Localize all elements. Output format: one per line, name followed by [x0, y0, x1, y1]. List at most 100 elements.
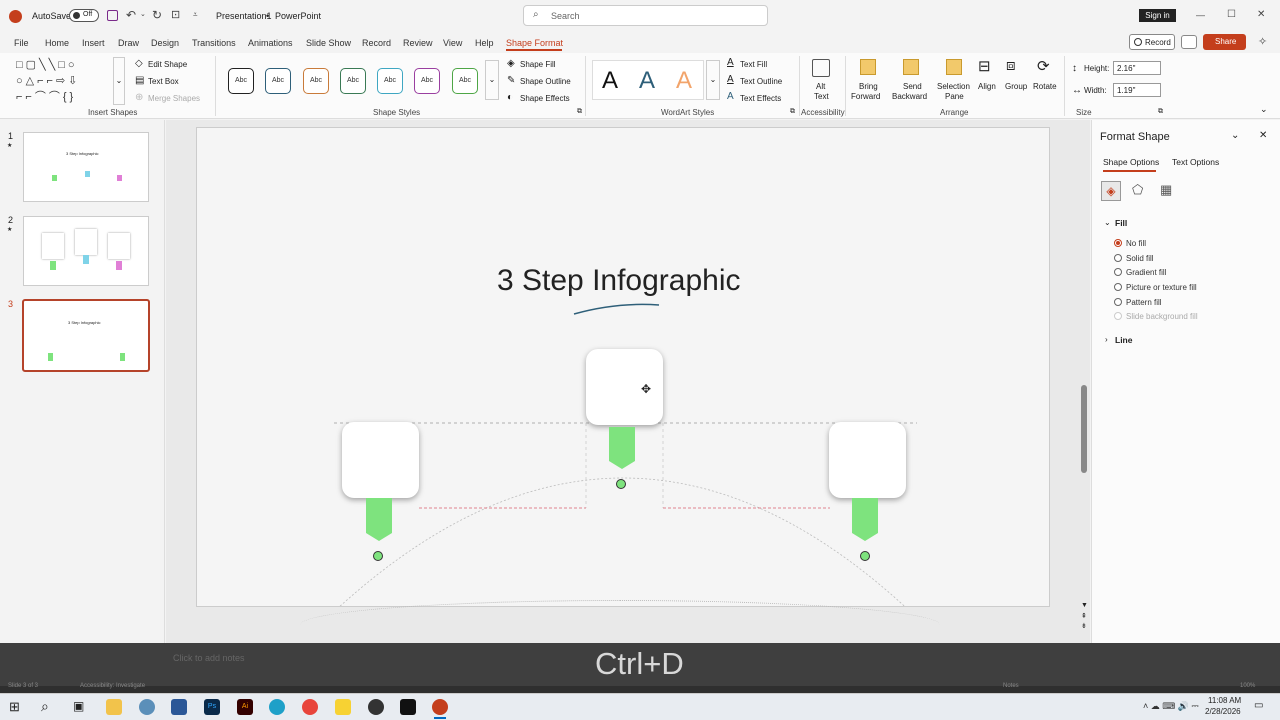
bring-forward-label-1[interactable]: Bring: [859, 82, 878, 91]
close-icon[interactable]: ✕: [1257, 9, 1265, 20]
line-section-label[interactable]: Line: [1115, 335, 1132, 345]
tray-icons[interactable]: ˄ ☁ ⌨ 🔊 ⎓: [1143, 701, 1199, 712]
shapes-gallery[interactable]: □▢╲╲□○ ○△⌐⌐⇨⇩ ⌐⌐⌒⌒{}: [16, 57, 111, 105]
slide-thumbnail-3[interactable]: 3 Step Infographic: [22, 299, 150, 372]
tab-view[interactable]: View: [443, 38, 462, 48]
text-fill-button[interactable]: Text Fill: [740, 60, 767, 69]
undo-dropdown-icon[interactable]: ⌄: [140, 10, 146, 18]
shape-fill-icon[interactable]: ◈: [507, 58, 515, 69]
picture-fill-radio[interactable]: [1114, 283, 1122, 291]
wordart-style-teal[interactable]: A: [639, 67, 655, 95]
tab-help[interactable]: Help: [475, 38, 494, 48]
shape-styles-more-icon[interactable]: ⌄: [485, 60, 499, 100]
shape-effects-icon[interactable]: ◐: [507, 92, 513, 103]
fill-section-label[interactable]: Fill: [1115, 218, 1127, 228]
tab-file[interactable]: File: [14, 38, 29, 48]
maximize-icon[interactable]: ☐: [1227, 9, 1236, 20]
minimize-icon[interactable]: —: [1196, 10, 1205, 20]
text-outline-button[interactable]: Text Outline: [740, 77, 782, 86]
bring-forward-icon[interactable]: [860, 59, 876, 75]
text-effects-icon[interactable]: A: [727, 91, 734, 102]
sign-in-button[interactable]: Sign in: [1139, 9, 1176, 22]
notes-button[interactable]: Notes: [1003, 683, 1019, 689]
align-label[interactable]: Align: [978, 82, 996, 91]
windows-start-icon[interactable]: ⊞: [9, 699, 20, 715]
illustrator-icon[interactable]: Ai: [237, 699, 253, 715]
redo-icon[interactable]: ↻: [152, 8, 162, 22]
customize-qat-icon[interactable]: ⩡: [193, 10, 198, 20]
scroll-down-icon[interactable]: ▼: [1081, 602, 1088, 609]
bring-forward-label-2[interactable]: Forward: [851, 92, 880, 101]
shapes-gallery-more-icon[interactable]: ⌄: [113, 57, 125, 105]
no-fill-radio[interactable]: [1114, 239, 1122, 247]
capcut-icon[interactable]: [400, 699, 416, 715]
notes-placeholder[interactable]: Click to add notes: [173, 653, 245, 663]
edit-shape-button[interactable]: Edit Shape: [148, 60, 187, 69]
tab-shape-options[interactable]: Shape Options: [1103, 157, 1159, 167]
tab-draw[interactable]: Draw: [118, 38, 139, 48]
dialog-launcher-icon[interactable]: ⧉: [1158, 108, 1163, 116]
prev-slide-icon[interactable]: ⇞: [1081, 612, 1087, 620]
shape-style-swatch[interactable]: Abc: [414, 68, 440, 94]
tab-design[interactable]: Design: [151, 38, 179, 48]
vertical-scrollbar[interactable]: [1081, 385, 1087, 473]
tab-review[interactable]: Review: [403, 38, 433, 48]
shape-outline-icon[interactable]: ✎: [507, 75, 515, 86]
pane-options-icon[interactable]: ⌄: [1231, 130, 1239, 141]
text-fill-icon[interactable]: A: [727, 57, 734, 68]
taskbar-search-icon[interactable]: ⌕: [41, 698, 49, 715]
send-backward-label-2[interactable]: Backward: [892, 92, 927, 101]
tab-record[interactable]: Record: [362, 38, 391, 48]
selection-pane-label-1[interactable]: Selection: [937, 82, 970, 91]
app-icon[interactable]: [139, 699, 155, 715]
pattern-fill-radio[interactable]: [1114, 298, 1122, 306]
sticky-notes-icon[interactable]: [335, 699, 351, 715]
accessibility-status[interactable]: Accessibility: Investigate: [80, 683, 145, 689]
alt-text-label-1[interactable]: Alt: [816, 82, 825, 91]
solid-fill-label[interactable]: Solid fill: [1126, 254, 1154, 263]
slide-thumbnail-1[interactable]: 3 Step Infographic: [23, 132, 149, 202]
collapse-ribbon-icon[interactable]: ⌄: [1260, 104, 1268, 115]
height-input[interactable]: 2.16": [1113, 61, 1161, 75]
text-outline-icon[interactable]: A: [727, 74, 734, 85]
shape-style-swatch[interactable]: Abc: [377, 68, 403, 94]
solid-fill-radio[interactable]: [1114, 254, 1122, 262]
line-expand-icon[interactable]: ›: [1105, 335, 1108, 344]
share-button[interactable]: Share: [1203, 34, 1246, 50]
copilot-icon[interactable]: ✧: [1258, 35, 1267, 48]
wordart-more-icon[interactable]: ⌄: [706, 60, 720, 100]
effects-icon[interactable]: ⬠: [1132, 182, 1143, 198]
shape-style-swatch[interactable]: Abc: [303, 68, 329, 94]
fill-expand-icon[interactable]: ⌄: [1104, 218, 1111, 227]
picture-fill-label[interactable]: Picture or texture fill: [1126, 283, 1197, 292]
dialog-launcher-icon[interactable]: ⧉: [577, 108, 582, 116]
dialog-launcher-icon[interactable]: ⧉: [790, 108, 795, 116]
wordart-style-black[interactable]: A: [602, 67, 618, 95]
tab-animations[interactable]: Animations: [248, 38, 293, 48]
task-view-icon[interactable]: ▣: [73, 699, 84, 713]
clock-date[interactable]: 2/28/2026: [1205, 707, 1241, 716]
alt-text-icon[interactable]: [812, 59, 830, 77]
pane-close-icon[interactable]: ✕: [1259, 130, 1267, 141]
comments-icon[interactable]: [1181, 35, 1197, 49]
slide[interactable]: 3 Step Infographic ✥: [196, 127, 1050, 607]
tab-slide-show[interactable]: Slide Show: [306, 38, 351, 48]
save-icon[interactable]: [107, 10, 118, 21]
size-properties-icon[interactable]: ▦: [1160, 182, 1172, 198]
rotate-icon[interactable]: ⟳: [1037, 57, 1050, 75]
shape-outline-button[interactable]: Shape Outline: [520, 77, 571, 86]
tab-transitions[interactable]: Transitions: [192, 38, 236, 48]
present-icon[interactable]: ⊡: [171, 8, 180, 21]
obs-icon[interactable]: [368, 699, 384, 715]
text-box-icon[interactable]: ▤: [135, 75, 144, 86]
shape-fill-button[interactable]: Shape Fill: [520, 60, 556, 69]
tab-shape-format[interactable]: Shape Format: [506, 38, 563, 48]
autosave-toggle[interactable]: Off: [69, 9, 99, 22]
align-icon[interactable]: ⊟: [978, 57, 991, 75]
zoom-level[interactable]: 100%: [1240, 683, 1255, 689]
no-fill-label[interactable]: No fill: [1126, 239, 1146, 248]
tab-insert[interactable]: Insert: [82, 38, 105, 48]
alt-text-label-2[interactable]: Text: [814, 92, 829, 101]
undo-icon[interactable]: ↶: [126, 8, 136, 22]
shape-effects-button[interactable]: Shape Effects: [520, 94, 570, 103]
